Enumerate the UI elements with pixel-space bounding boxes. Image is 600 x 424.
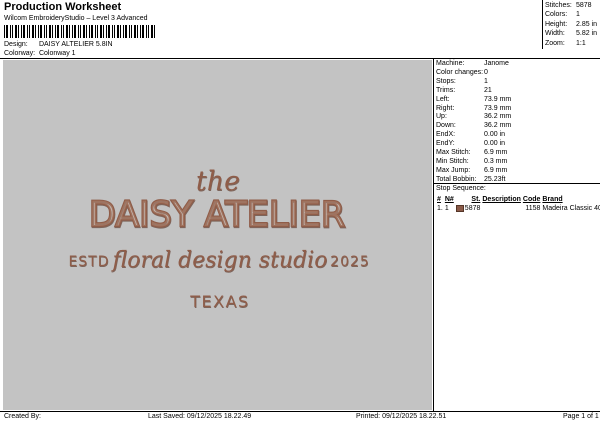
- design-preview: the DAISY ATELIER DAISY ATELIER ESTD flo…: [3, 60, 432, 410]
- design-text-brand-inner: DAISY ATELIER: [89, 195, 345, 235]
- embroidery-design: the DAISY ATELIER DAISY ATELIER ESTD flo…: [68, 166, 370, 311]
- info-value: 36.2 mm: [484, 122, 512, 130]
- info-label: Up:: [436, 113, 447, 121]
- info-label: Min Stitch:: [436, 157, 469, 165]
- colorway-name: Colonway 1: [38, 50, 76, 57]
- design-row: Design: DAISY ALTELIER 5.8IN: [4, 41, 113, 48]
- info-value: 0: [484, 68, 488, 76]
- info-row: Total Bobbin: 25.23ft: [436, 176, 511, 185]
- footer-rule: [0, 411, 600, 412]
- info-value: Janome: [484, 60, 509, 67]
- info-value: 6.9 mm: [484, 166, 508, 174]
- info-value: 36.2 mm: [484, 113, 512, 121]
- footer-printed: Printed: 09/12/2025 18.22.51: [356, 413, 447, 420]
- col-stitches: St.: [471, 196, 481, 203]
- info-row: Down: 36.2 mm: [436, 122, 511, 131]
- stop-table-header: # N# St. Description Code Brand: [436, 195, 600, 204]
- info-value: 21: [484, 86, 492, 94]
- info-value: 1: [484, 77, 488, 85]
- info-label: EndX:: [436, 131, 456, 139]
- worksheet-title: Production Worksheet: [4, 1, 122, 13]
- info-row: Min Stitch: 0.3 mm: [436, 158, 511, 167]
- barcode-image: [4, 25, 155, 38]
- software-name: Wilcom EmbroideryStudio – Level 3 Advanc…: [4, 15, 148, 22]
- info-label: Trims:: [436, 86, 456, 94]
- info-label: Machine:: [436, 60, 465, 67]
- info-value: 0.3 mm: [484, 157, 508, 165]
- info-value: 25.23ft: [484, 175, 506, 183]
- stat-width: Width: 5.82 in: [545, 30, 598, 38]
- col-brand: Brand: [542, 196, 563, 203]
- info-row: Left: 73.9 mm: [436, 96, 511, 105]
- footer-last-saved: Last Saved: 09/12/2025 18.22.49: [148, 413, 252, 420]
- info-label: Stops:: [436, 77, 456, 85]
- info-row: Trims: 21: [436, 87, 511, 96]
- machine-info: Machine: Janome Color changes: 0 Stops: 1 Trim…: [436, 60, 511, 185]
- table-row: 1. 1 5878 1158 Madeira Classic 40: [437, 204, 600, 212]
- design-name: DAISY ALTELIER 5.8IN: [38, 41, 113, 48]
- summary-divider: [542, 0, 543, 49]
- info-value: 73.9 mm: [484, 95, 512, 103]
- info-label: Left:: [436, 95, 450, 103]
- info-label: Total Bobbin:: [436, 175, 477, 183]
- col-code: Code: [522, 196, 541, 203]
- footer-page: Page 1 of 1: [563, 413, 599, 420]
- design-text-tagline: floral design studio: [111, 248, 328, 273]
- colorway-label: Colorway:: [4, 50, 36, 57]
- col-index: #: [437, 196, 441, 203]
- info-row: EndX: 0.00 in: [436, 131, 511, 140]
- design-text-location: TEXAS: [189, 292, 249, 311]
- col-description: Description: [482, 196, 521, 203]
- info-row: Max Stitch: 6.9 mm: [436, 149, 511, 158]
- info-row: Color changes: 0: [436, 69, 511, 78]
- info-row: EndY: 0.00 in: [436, 140, 511, 149]
- info-label: Right:: [436, 104, 455, 112]
- colorway-row: Colorway: Colonway 1: [4, 50, 76, 57]
- info-value: 0.00 in: [484, 131, 506, 139]
- stop-sequence-title: Stop Sequence:: [436, 185, 486, 192]
- info-row: Max Jump: 6.9 mm: [436, 167, 511, 176]
- col-swatch: [455, 195, 471, 204]
- info-row: Right: 73.9 mm: [436, 105, 511, 114]
- info-label: Max Jump:: [436, 166, 471, 174]
- footer-created-by: Created By:: [4, 413, 41, 420]
- header-rule: [0, 58, 600, 59]
- info-label: Down:: [436, 122, 456, 130]
- design-text-the: the: [196, 166, 240, 197]
- stat-zoom: Zoom: 1:1: [545, 39, 586, 47]
- stop-sequence-table: # N# St. Description Code Brand 1. 1 587…: [436, 195, 600, 213]
- info-value: 0.00 in: [484, 140, 506, 148]
- col-needle: N#: [444, 196, 454, 203]
- stat-colors: Colors: 1: [545, 11, 580, 19]
- info-row: Up: 36.2 mm: [436, 113, 511, 122]
- panel-divider: [433, 58, 434, 411]
- info-value: 6.9 mm: [484, 149, 508, 157]
- design-label: Design:: [4, 41, 28, 48]
- info-value: 73.9 mm: [484, 104, 512, 112]
- info-row: Stops: 1: [436, 78, 511, 87]
- info-label: EndY:: [436, 140, 455, 148]
- stat-stitches: Stitches: 5878: [545, 2, 592, 9]
- thread-color-swatch: [455, 204, 464, 212]
- stat-height: Height: 2.85 in: [545, 20, 598, 28]
- design-text-estd: ESTD: [68, 254, 109, 270]
- info-row: Machine: Janome: [436, 60, 511, 69]
- design-text-year: 2025: [330, 254, 370, 270]
- info-label: Max Stitch:: [436, 149, 471, 157]
- info-label: Color changes:: [436, 68, 484, 76]
- summary-stats: Stitches: 5878 Colors: 1 Height: 2.85 in Wi…: [545, 1, 597, 48]
